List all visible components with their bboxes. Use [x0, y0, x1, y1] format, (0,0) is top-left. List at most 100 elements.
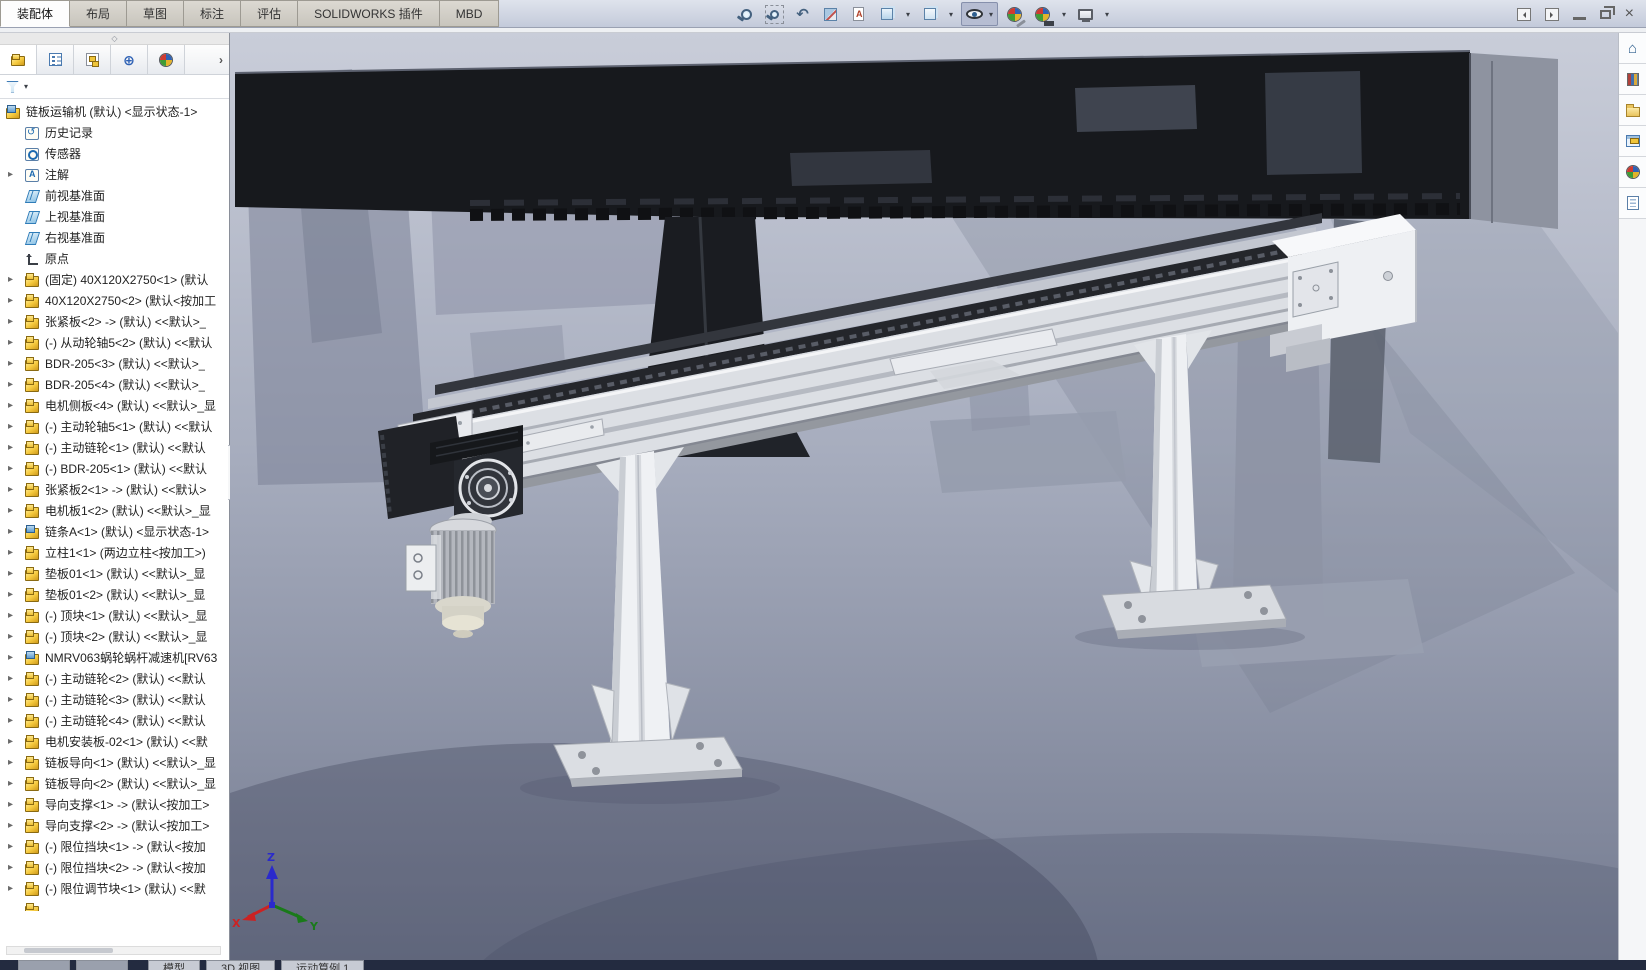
bottom-stub[interactable] — [76, 960, 128, 970]
apply-scene-dropdown-caret[interactable] — [1059, 7, 1069, 21]
tree-item[interactable]: (-) BDR-205<1> (默认) <<默认 — [0, 458, 229, 479]
task-pane-design-library[interactable] — [1619, 64, 1646, 95]
tree-item[interactable]: (-) 限位挡块<2> -> (默认<按加 — [0, 857, 229, 878]
expand-arrow[interactable] — [8, 568, 24, 579]
tree-item[interactable]: 右视基准面 — [0, 227, 229, 248]
tree-item[interactable]: (-) 限位挡块<1> -> (默认<按加 — [0, 836, 229, 857]
tree-item[interactable]: 垫板01<2> (默认) <<默认>_显 — [0, 584, 229, 605]
ribbon-tab[interactable]: SOLIDWORKS 插件 — [298, 0, 440, 27]
task-pane-appearances[interactable] — [1619, 157, 1646, 188]
tree-horizontal-scrollbar[interactable] — [6, 946, 221, 955]
tree-item[interactable]: BDR-205<3> (默认) <<默认>_ — [0, 353, 229, 374]
filter-funnel-icon[interactable] — [6, 80, 19, 93]
tree-item[interactable]: 导向支撑<2> -> (默认<按加工> — [0, 815, 229, 836]
dimxpert-tab[interactable]: ⊕ — [111, 45, 148, 74]
view-orientation-dropdown-caret[interactable] — [903, 7, 913, 21]
tree-item[interactable]: 原点 — [0, 248, 229, 269]
zoom-to-fit-icon[interactable] — [735, 3, 758, 26]
displaymanager-tab[interactable] — [148, 45, 185, 74]
expand-arrow[interactable] — [8, 799, 24, 810]
expand-arrow[interactable] — [8, 841, 24, 852]
tree-item[interactable]: BDR-205<4> (默认) <<默认>_ — [0, 374, 229, 395]
tree-item[interactable]: 前视基准面 — [0, 185, 229, 206]
tree-item[interactable] — [0, 899, 229, 911]
scrollbar-thumb[interactable] — [24, 948, 114, 953]
expand-arrow[interactable] — [8, 274, 24, 285]
tree-item[interactable]: (-) 主动轮轴5<1> (默认) <<默认 — [0, 416, 229, 437]
expand-arrow[interactable] — [8, 589, 24, 600]
ribbon-tab[interactable]: 装配体 — [0, 0, 71, 27]
task-pane-custom-properties[interactable] — [1619, 188, 1646, 219]
view-settings-dropdown-caret[interactable] — [1102, 7, 1112, 21]
expand-arrow[interactable] — [8, 400, 24, 411]
tree-item[interactable]: 立柱1<1> (两边立柱<按加工>) — [0, 542, 229, 563]
tree-item[interactable]: (-) 主动链轮<1> (默认) <<默认 — [0, 437, 229, 458]
expand-arrow[interactable] — [8, 652, 24, 663]
expand-arrow[interactable] — [8, 631, 24, 642]
task-pane-view-palette[interactable] — [1619, 126, 1646, 157]
expand-arrow[interactable] — [8, 610, 24, 621]
viewport-3d[interactable]: Z X Y — [230, 33, 1618, 960]
tree-item[interactable]: (固定) 40X120X2750<1> (默认 — [0, 269, 229, 290]
tree-item[interactable]: 链板导向<2> (默认) <<默认>_显 — [0, 773, 229, 794]
tree-item[interactable]: 链板导向<1> (默认) <<默认>_显 — [0, 752, 229, 773]
filter-dropdown-caret[interactable] — [21, 80, 31, 94]
expand-arrow[interactable] — [8, 694, 24, 705]
annotation-visibility-icon[interactable] — [847, 3, 870, 26]
tree-item[interactable]: 张紧板<2> -> (默认) <<默认>_ — [0, 311, 229, 332]
display-style-dropdown-caret[interactable] — [946, 7, 956, 21]
3d-views-tab[interactable]: 3D 视图 — [206, 960, 276, 970]
tree-item[interactable]: (-) 主动链轮<3> (默认) <<默认 — [0, 689, 229, 710]
tree-item[interactable]: 传感器 — [0, 143, 229, 164]
tree-item[interactable]: 链条A<1> (默认) <显示状态-1> — [0, 521, 229, 542]
featuremanager-tab[interactable] — [0, 45, 37, 74]
tree-item[interactable]: 电机侧板<4> (默认) <<默认>_显 — [0, 395, 229, 416]
dock-left-pane-icon[interactable] — [1516, 7, 1531, 21]
hide-show-items-dropdown-caret[interactable] — [986, 7, 996, 21]
expand-arrow[interactable] — [8, 295, 24, 306]
tree-item[interactable]: 电机板1<2> (默认) <<默认>_显 — [0, 500, 229, 521]
tree-item[interactable]: (-) 顶块<1> (默认) <<默认>_显 — [0, 605, 229, 626]
apply-scene-icon[interactable] — [1031, 3, 1054, 26]
expand-arrow[interactable] — [8, 379, 24, 390]
tree-item[interactable]: 导向支撑<1> -> (默认<按加工> — [0, 794, 229, 815]
panel-splitter-handle[interactable] — [0, 33, 229, 45]
expand-arrow[interactable] — [8, 442, 24, 453]
ribbon-tab[interactable]: MBD — [439, 0, 500, 27]
expand-arrow[interactable] — [8, 358, 24, 369]
expand-arrow[interactable] — [8, 820, 24, 831]
ribbon-tab[interactable]: 标注 — [184, 0, 242, 27]
expand-arrow[interactable] — [8, 757, 24, 768]
task-pane-home[interactable]: ⌂ — [1619, 33, 1646, 64]
expand-arrow[interactable] — [8, 316, 24, 327]
expand-arrow[interactable] — [8, 673, 24, 684]
display-style-icon[interactable] — [918, 3, 941, 26]
task-pane-file-explorer[interactable] — [1619, 95, 1646, 126]
expand-arrow[interactable] — [8, 484, 24, 495]
expand-arrow[interactable] — [8, 547, 24, 558]
expand-arrow[interactable] — [8, 883, 24, 894]
tree-item[interactable]: 张紧板2<1> -> (默认) <<默认> — [0, 479, 229, 500]
expand-arrow[interactable] — [8, 169, 24, 180]
tree-item[interactable]: (-) 限位调节块<1> (默认) <<默 — [0, 878, 229, 899]
section-view-icon[interactable] — [819, 3, 842, 26]
edit-appearance-icon[interactable] — [1003, 3, 1026, 28]
expand-arrow[interactable] — [8, 463, 24, 474]
view-settings-icon[interactable] — [1074, 3, 1097, 26]
restore-button[interactable] — [1599, 5, 1615, 19]
propertymanager-tab[interactable] — [37, 45, 74, 74]
tree-item[interactable]: (-) 主动链轮<2> (默认) <<默认 — [0, 668, 229, 689]
tree-item[interactable]: NMRV063蜗轮蜗杆减速机[RV63 — [0, 647, 229, 668]
motion-study-tab[interactable]: 运动算例 1 — [281, 960, 365, 970]
tree-item[interactable]: 40X120X2750<2> (默认<按加工 — [0, 290, 229, 311]
tree-item[interactable]: (-) 顶块<2> (默认) <<默认>_显 — [0, 626, 229, 647]
expand-arrow[interactable] — [8, 778, 24, 789]
hide-show-items-icon[interactable] — [963, 3, 986, 26]
expand-arrow[interactable] — [8, 715, 24, 726]
close-button[interactable]: × — [1625, 6, 1634, 22]
expand-arrow[interactable] — [8, 736, 24, 747]
tree-item[interactable]: 电机安装板-02<1> (默认) <<默 — [0, 731, 229, 752]
previous-view-icon[interactable]: ↶ — [791, 3, 814, 26]
zoom-to-area-icon[interactable] — [763, 3, 786, 26]
view-orientation-icon[interactable] — [875, 3, 898, 26]
